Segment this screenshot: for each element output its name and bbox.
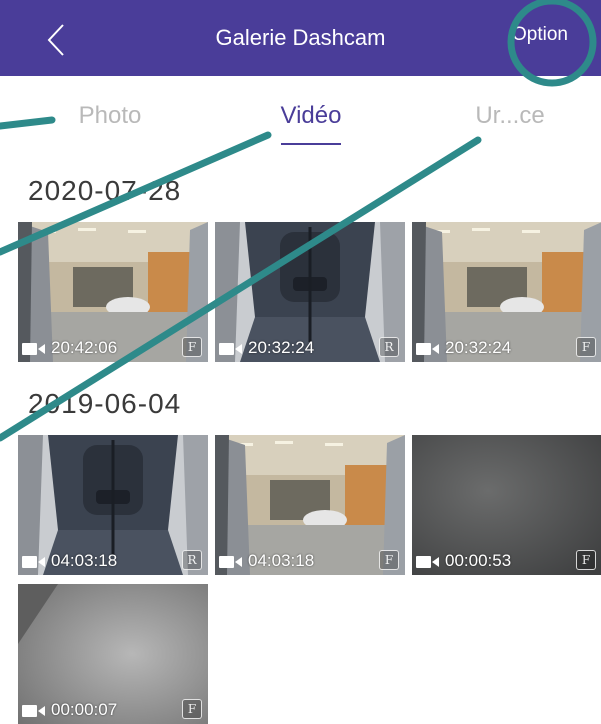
video-camera-icon [219,343,242,355]
video-camera-icon [22,556,45,568]
option-button[interactable]: Option [512,24,568,46]
video-camera-icon [416,343,439,355]
video-thumbnail[interactable]: 20:32:24 F [412,222,601,362]
video-thumbnail[interactable]: 20:32:24 R [215,222,405,362]
tab-bar: Photo Vidéo Ur...ce [0,76,601,150]
tab-video[interactable]: Vidéo [281,102,342,130]
video-camera-icon [219,556,242,568]
video-duration: 20:32:24 [445,338,512,357]
date-header: 2020-07-28 [28,175,182,206]
video-camera-icon [22,343,45,355]
video-thumbnail[interactable]: 04:03:18 R [18,435,208,575]
video-thumbnail[interactable]: 20:42:06 F [18,222,208,362]
page-title: Galerie Dashcam [215,25,386,50]
video-duration: 00:00:53 [445,551,512,570]
camera-badge: F [576,550,596,570]
date-header: 2019-06-04 [28,388,182,419]
active-tab-indicator [281,143,341,145]
camera-badge: F [379,550,399,570]
camera-badge: F [182,337,202,357]
video-camera-icon [416,556,439,568]
video-camera-icon [22,705,45,717]
camera-badge: F [182,699,202,719]
camera-badge: R [379,337,399,357]
app-header: Galerie Dashcam Option [0,0,601,76]
video-duration: 20:42:06 [51,338,118,357]
video-duration: 00:00:07 [51,700,118,719]
video-thumbnail[interactable]: 00:00:07 F [18,584,208,724]
video-duration: 20:32:24 [248,338,315,357]
camera-badge: F [576,337,596,357]
camera-badge: R [182,550,202,570]
back-button[interactable] [36,20,76,60]
tab-photo[interactable]: Photo [79,102,142,130]
chevron-left-icon [47,24,64,56]
video-thumbnail[interactable]: 00:00:53 F [412,435,601,575]
video-duration: 04:03:18 [51,551,118,570]
tab-urgence[interactable]: Ur...ce [475,102,544,130]
video-duration: 04:03:18 [248,551,315,570]
video-thumbnail[interactable]: 04:03:18 F [215,435,405,575]
